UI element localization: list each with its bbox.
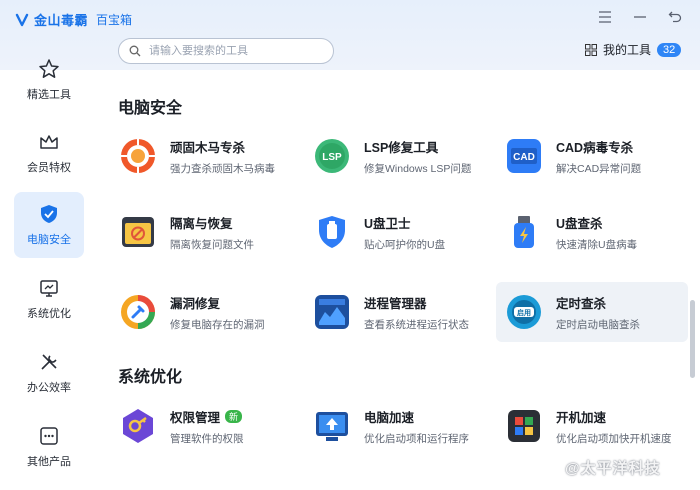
tools-icon [41,354,57,370]
title-bar: 金山毒霸 百宝箱 [0,0,700,36]
tool-desc: 优化启动项和运行程序 [364,432,469,445]
vuln-repair-icon [121,295,155,329]
scheduled-icon-text: 启用 [517,308,531,317]
tool-quarantine[interactable]: 隔离与恢复隔离恢复问题文件 [116,204,306,260]
sidebar-item-label: 电脑安全 [27,234,71,246]
tool-name: 开机加速 [556,410,607,425]
sidebar-item-label: 办公效率 [27,382,71,394]
tool-scheduled-scan[interactable]: 启用 定时查杀定时启动电脑查杀 [496,282,688,342]
sidebar-item-other[interactable]: 其他产品 [14,414,84,480]
tool-name: 权限管理 [170,410,221,425]
tool-usb-guard[interactable]: U盘卫士贴心呵护你的U盘 [310,204,500,260]
tool-name: 漏洞修复 [170,296,221,311]
section-title-optimize: 系统优化 [118,369,183,386]
tool-name: LSP修复工具 [364,140,439,155]
search-input[interactable] [147,44,321,58]
sidebar-item-featured[interactable]: 精选工具 [14,47,84,113]
tool-process-manager[interactable]: 进程管理器查看系统进程运行状态 [310,284,500,340]
crown-icon [40,135,58,149]
tool-desc: 强力查杀顽固木马病毒 [170,162,275,175]
tool-desc: 查看系统进程运行状态 [364,318,469,331]
tool-name: 定时查杀 [556,296,607,311]
app-subtitle: 百宝箱 [96,13,133,27]
search-icon [129,45,141,57]
sidebar: 精选工具 会员特权 电脑安全 系统优化 办公效率 其他产品 [0,40,96,490]
app-brand: 金山毒霸 百宝箱 [14,10,132,29]
tool-desc: 修复电脑存在的漏洞 [170,318,265,331]
tool-desc: 解决CAD异常问题 [556,162,642,175]
usb-shield-icon [319,216,345,248]
cad-killer-icon: CAD [507,139,541,173]
shield-icon [41,205,57,223]
tool-desc: 快速清除U盘病毒 [556,238,638,251]
grid-icon [585,43,597,56]
sidebar-item-label: 系统优化 [27,308,71,320]
tool-desc: 贴心呵护你的U盘 [364,238,446,251]
tool-name: 电脑加速 [364,410,415,425]
tool-vuln-repair[interactable]: 漏洞修复修复电脑存在的漏洞 [116,284,306,340]
app-logo-icon [15,13,29,26]
tool-name: CAD病毒专杀 [556,140,634,155]
tool-cad-killer[interactable]: CAD CAD病毒专杀 解决CAD异常问题 [502,128,692,184]
sidebar-item-optimize[interactable]: 系统优化 [14,266,84,332]
tool-desc: 优化启动项加快开机速度 [556,432,672,445]
sidebar-item-vip[interactable]: 会员特权 [14,120,84,186]
new-badge: 新 [225,409,243,423]
tool-name: 顽固木马专杀 [170,140,246,155]
process-manager-icon [315,295,349,329]
tool-name: U盘查杀 [556,216,603,231]
tool-permission-manager[interactable]: 权限管理新管理软件的权限 [116,398,306,454]
monitor-icon [40,280,58,297]
more-icon [40,427,58,445]
scheduled-scan-icon: 启用 [507,295,541,329]
minimize-icon[interactable] [631,9,649,27]
permission-key-icon [123,409,153,443]
quarantine-icon [122,217,154,247]
my-tools-count: 32 [657,42,682,57]
tool-desc: 管理软件的权限 [170,432,244,445]
usb-scan-icon [514,216,534,248]
tool-name: 隔离与恢复 [170,216,233,231]
tool-boot-speedup[interactable]: 开机加速优化启动项加快开机速度 [502,398,692,454]
my-tools-button[interactable]: 我的工具 32 [585,41,682,58]
boot-speedup-icon [508,410,540,442]
tool-desc: 定时启动电脑查杀 [556,318,640,331]
star-icon [39,59,59,78]
tool-desc: 隔离恢复问题文件 [170,238,254,251]
watermark: @太平洋科技 [565,460,661,477]
my-tools-label: 我的工具 [603,43,652,57]
tool-desc: 修复Windows LSP问题 [364,162,472,175]
pc-speedup-icon [316,412,348,441]
menu-icon[interactable] [596,9,614,27]
scrollbar-thumb[interactable] [690,300,695,378]
sidebar-item-label: 会员特权 [27,162,71,174]
tool-lsp-repair[interactable]: LSP LSP修复工具修复Windows LSP问题 [310,128,500,184]
tool-trojan-killer[interactable]: 顽固木马专杀强力查杀顽固木马病毒 [116,128,306,184]
search-box[interactable] [118,38,334,64]
sidebar-item-label: 精选工具 [27,89,71,101]
sidebar-item-label: 其他产品 [27,456,71,468]
sidebar-item-security[interactable]: 电脑安全 [14,192,84,258]
tool-name: 进程管理器 [364,296,427,311]
tool-usb-scan[interactable]: U盘查杀快速清除U盘病毒 [502,204,692,260]
cad-icon-text: CAD [513,152,535,163]
trojan-killer-icon [121,139,155,173]
app-name: 金山毒霸 [34,13,89,28]
lsp-icon-text: LSP [322,152,342,163]
back-icon[interactable] [666,9,684,27]
tool-pc-speedup[interactable]: 电脑加速优化启动项和运行程序 [310,398,500,454]
lsp-repair-icon: LSP [315,139,349,173]
tool-name: U盘卫士 [364,216,411,231]
sidebar-item-office[interactable]: 办公效率 [14,340,84,406]
section-title-security: 电脑安全 [118,100,183,117]
